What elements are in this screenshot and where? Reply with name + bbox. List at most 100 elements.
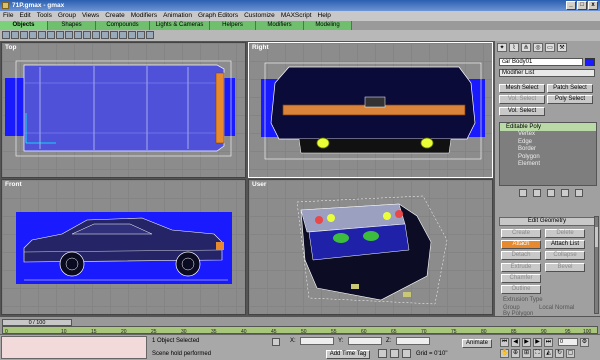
z-coordinate-field[interactable] <box>396 337 430 345</box>
animate-button[interactable]: Animate <box>462 339 492 348</box>
pin-stack-icon[interactable] <box>519 189 527 197</box>
viewport-user[interactable]: User <box>248 179 493 315</box>
play-icon[interactable]: ▶ <box>522 338 531 347</box>
y-coordinate-field[interactable] <box>348 337 382 345</box>
menu-animation[interactable]: Animation <box>163 11 192 21</box>
viewport-front[interactable]: Front <box>1 179 246 315</box>
previous-frame-icon[interactable]: ◀ <box>511 338 520 347</box>
utilities-panel-icon[interactable]: ⚒ <box>557 43 567 52</box>
zoom-extents-icon[interactable]: ⛶ <box>533 349 542 358</box>
menu-help[interactable]: Help <box>318 11 331 21</box>
make-unique-icon[interactable] <box>547 189 555 197</box>
vol-select-button[interactable]: Vol. Select <box>499 107 545 116</box>
stack-item-border[interactable]: Border <box>500 146 596 154</box>
stack-item-vertex[interactable]: Vertex <box>500 131 596 139</box>
tab-helpers[interactable]: Helpers <box>210 21 256 30</box>
menu-maxscript[interactable]: MAXScript <box>281 11 312 21</box>
chamfer-spinner[interactable]: Chamfer <box>501 274 541 283</box>
pan-view-icon[interactable]: ✋ <box>500 349 509 358</box>
pivot-icon[interactable] <box>101 31 109 39</box>
stack-item-polygon[interactable]: Polygon <box>500 154 596 162</box>
menu-edit[interactable]: Edit <box>19 11 30 21</box>
menu-file[interactable]: File <box>3 11 13 21</box>
tab-modeling[interactable]: Modeling <box>304 21 352 30</box>
align-icon[interactable] <box>119 31 127 39</box>
attach-button[interactable]: Attach <box>501 240 541 249</box>
viewport-top[interactable]: Top <box>1 42 246 178</box>
maximize-button[interactable]: □ <box>577 1 587 10</box>
angle-snap-icon[interactable] <box>390 349 399 358</box>
object-name-field[interactable]: car Body01 <box>499 58 583 66</box>
zoom-all-icon[interactable]: ⊞ <box>522 349 531 358</box>
menu-views[interactable]: Views <box>82 11 99 21</box>
lock-selection-icon[interactable] <box>272 338 280 346</box>
command-panel-scrollbar[interactable] <box>594 216 599 314</box>
next-frame-icon[interactable]: ▶ <box>533 338 542 347</box>
extrude-button[interactable]: Extrude <box>501 263 541 272</box>
modify-panel-icon[interactable]: ⌇ <box>509 43 519 52</box>
field-of-view-icon[interactable]: ◭ <box>544 349 553 358</box>
viewport-right[interactable]: Right <box>248 42 493 178</box>
attach-list-button[interactable]: Attach List <box>545 240 585 249</box>
mirror-icon[interactable] <box>110 31 118 39</box>
bind-icon[interactable] <box>38 31 46 39</box>
current-frame-field[interactable]: 0 <box>558 338 578 346</box>
delete-button[interactable]: Delete <box>545 229 585 238</box>
unlink-icon[interactable] <box>29 31 37 39</box>
modifier-list-dropdown[interactable]: Modifier List <box>499 69 595 77</box>
display-panel-icon[interactable]: ▭ <box>545 43 555 52</box>
zoom-icon[interactable]: ⊕ <box>511 349 520 358</box>
time-config-icon[interactable]: ⚙ <box>580 338 589 347</box>
x-coordinate-field[interactable] <box>300 337 334 345</box>
create-panel-icon[interactable]: ✦ <box>497 43 507 52</box>
time-slider[interactable]: 0 / 100 <box>2 319 72 326</box>
scale-icon[interactable] <box>92 31 100 39</box>
layer-icon[interactable] <box>128 31 136 39</box>
create-button[interactable]: Create <box>501 229 541 238</box>
snap-toggle-icon[interactable] <box>378 349 387 358</box>
tab-compounds[interactable]: Compounds <box>96 21 150 30</box>
tab-objects[interactable]: Objects <box>0 21 48 30</box>
menu-group[interactable]: Group <box>58 11 76 21</box>
rotate-icon[interactable] <box>83 31 91 39</box>
remove-modifier-icon[interactable] <box>561 189 569 197</box>
stack-item-edge[interactable]: Edge <box>500 139 596 147</box>
maximize-viewport-icon[interactable]: ▢ <box>566 349 575 358</box>
menu-modifiers[interactable]: Modifiers <box>131 11 157 21</box>
menu-create[interactable]: Create <box>105 11 125 21</box>
patch-select-button[interactable]: Patch Select <box>547 84 593 93</box>
vol-select-button-disabled[interactable]: Vol. Select <box>499 95 545 104</box>
outline-spinner[interactable]: Outline <box>501 285 541 294</box>
render-icon[interactable] <box>146 31 154 39</box>
move-icon[interactable] <box>74 31 82 39</box>
collapse-button[interactable]: Collapse <box>545 251 585 260</box>
close-button[interactable]: x <box>588 1 598 10</box>
tab-shapes[interactable]: Shapes <box>48 21 96 30</box>
mesh-select-button[interactable]: Mesh Select <box>499 84 545 93</box>
track-bar[interactable]: 0 10 15 20 25 30 35 40 45 50 55 60 65 70… <box>2 326 598 335</box>
select-by-name-icon[interactable] <box>56 31 64 39</box>
minimize-button[interactable]: _ <box>566 1 576 10</box>
bevel-button[interactable]: Bevel <box>545 263 585 272</box>
add-time-tag-button[interactable]: Add Time Tag <box>326 350 370 359</box>
hierarchy-panel-icon[interactable]: ⋔ <box>521 43 531 52</box>
object-color-swatch[interactable] <box>585 58 595 66</box>
link-icon[interactable] <box>20 31 28 39</box>
local-normal-radio[interactable]: Local Normal <box>539 305 574 311</box>
poly-select-button[interactable]: Poly Select <box>547 95 593 104</box>
material-icon[interactable] <box>137 31 145 39</box>
menu-customize[interactable]: Customize <box>244 11 275 21</box>
show-end-result-icon[interactable] <box>533 189 541 197</box>
maxscript-listener[interactable] <box>1 336 147 359</box>
go-to-start-icon[interactable]: ⏮ <box>500 338 509 347</box>
edit-geometry-rollout[interactable]: Edit Geometry <box>499 217 595 226</box>
detach-button[interactable]: Detach <box>501 251 541 260</box>
tab-modifiers[interactable]: Modifiers <box>256 21 304 30</box>
select-icon[interactable] <box>47 31 55 39</box>
menu-graph-editors[interactable]: Graph Editors <box>198 11 238 21</box>
tab-lights-cameras[interactable]: Lights & Cameras <box>150 21 210 30</box>
region-icon[interactable] <box>65 31 73 39</box>
motion-panel-icon[interactable]: ◎ <box>533 43 543 52</box>
configure-sets-icon[interactable] <box>575 189 583 197</box>
undo-icon[interactable] <box>2 31 10 39</box>
